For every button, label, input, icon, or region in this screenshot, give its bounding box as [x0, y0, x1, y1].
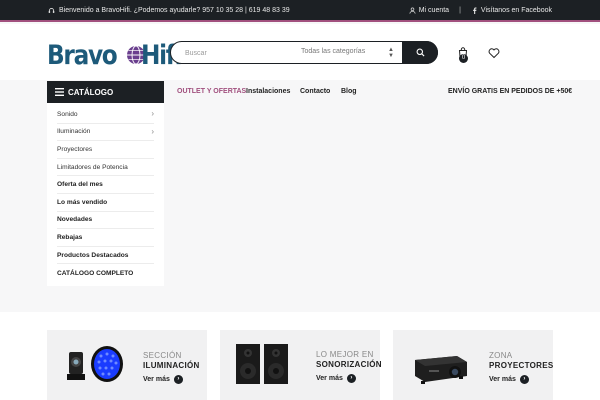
header: Bravo Hifi Todas las categorías ▲▼ 0	[0, 24, 600, 80]
catalog-item-rebajas[interactable]: Rebajas	[57, 229, 154, 247]
logo-text-left: Bravo	[47, 39, 118, 71]
catalog-item-label: Iluminación	[57, 128, 91, 136]
nav-contacto[interactable]: Contacto	[300, 88, 330, 95]
catalog-item-oferta[interactable]: Oferta del mes	[57, 176, 154, 194]
promo-see-more[interactable]: Ver más ›	[143, 375, 183, 384]
my-account-link[interactable]: Mi cuenta	[409, 7, 449, 14]
site-logo[interactable]: Bravo Hifi	[47, 39, 188, 71]
catalog-item-label: Productos Destacados	[57, 251, 129, 259]
promo-card-sonorizacion[interactable]: LO MEJOR EN SONORIZACIÓN Ver más ›	[220, 330, 382, 400]
promo-line2: ILUMINACIÓN	[143, 361, 200, 370]
cart-count-badge: 0	[459, 54, 468, 63]
promo-card-iluminacion[interactable]: SECCIÓN ILUMINACIÓN Ver más ›	[47, 330, 207, 400]
catalog-item-label: Novedades	[57, 216, 93, 224]
catalog-item-label: Rebajas	[57, 233, 83, 241]
catalog-item-mas-vendido[interactable]: Lo más vendido	[57, 194, 154, 212]
catalog-item-label: Proyectores	[57, 145, 93, 153]
promo-line1: LO MEJOR EN	[316, 350, 374, 359]
promo-card-proyectores[interactable]: ZONA PROYECTORES Ver más ›	[393, 330, 553, 400]
speakers-image	[236, 344, 288, 384]
category-select[interactable]: Todas las categorías	[301, 48, 365, 55]
catalog-menu: Sonido › Iluminación › Proyectores Limitad…	[47, 103, 164, 286]
see-more-label: Ver más	[489, 376, 516, 383]
headset-icon	[48, 7, 55, 13]
see-more-label: Ver más	[316, 375, 343, 382]
catalog-item-proyectores[interactable]: Proyectores	[57, 141, 154, 159]
nav-instalaciones[interactable]: Instalaciones	[246, 88, 290, 95]
promo-see-more[interactable]: Ver más ›	[489, 375, 529, 384]
catalog-item-label: Limitadores de Potencia	[57, 163, 128, 171]
catalog-item-novedades[interactable]: Novedades	[57, 212, 154, 230]
menu-icon	[55, 88, 64, 96]
welcome-message: Bienvenido a BravoHifi. ¿Podemos ayudarl…	[48, 7, 290, 14]
search-input[interactable]	[185, 46, 285, 60]
facebook-icon	[473, 7, 477, 14]
catalog-item-label: Sonido	[57, 110, 78, 118]
topbar-separator: |	[459, 7, 461, 14]
catalog-item-iluminacion[interactable]: Iluminación ›	[57, 124, 154, 142]
catalog-header[interactable]: CATÁLOGO	[47, 81, 164, 103]
catalog-title: CATÁLOGO	[68, 87, 114, 97]
top-bar: Bienvenido a BravoHifi. ¿Podemos ayudarl…	[0, 0, 600, 22]
chevron-right-icon: ›	[151, 126, 154, 136]
catalog-item-label: Oferta del mes	[57, 181, 103, 189]
catalog-item-destacados[interactable]: Productos Destacados	[57, 247, 154, 265]
catalog-item-sonido[interactable]: Sonido ›	[57, 106, 154, 124]
arrow-right-icon: ›	[346, 374, 356, 383]
welcome-text: Bienvenido a BravoHifi. ¿Podemos ayudarl…	[59, 7, 290, 14]
promo-line2: SONORIZACIÓN	[316, 360, 382, 369]
cart-button[interactable]: 0	[456, 47, 470, 63]
facebook-link[interactable]: Visítanos en Facebook	[471, 7, 552, 14]
chevron-right-icon: ›	[151, 109, 154, 118]
select-caret-icon: ▲ ▼	[388, 47, 394, 59]
catalog-item-label: CATÁLOGO COMPLETO	[57, 269, 134, 277]
free-shipping-banner: ENVÍO GRATIS EN PEDIDOS DE +50€	[448, 88, 573, 95]
arrow-right-icon: ›	[519, 375, 529, 384]
nav-blog[interactable]: Blog	[341, 88, 357, 95]
promo-line1: ZONA	[489, 351, 513, 360]
catalog-item-completo[interactable]: CATÁLOGO COMPLETO	[57, 264, 154, 282]
see-more-label: Ver más	[143, 376, 170, 383]
promo-see-more[interactable]: Ver más ›	[316, 374, 356, 383]
my-account-label: Mi cuenta	[418, 7, 450, 14]
nav-outlet[interactable]: OUTLET Y OFERTAS	[177, 88, 246, 95]
promo-line2: PROYECTORES	[489, 361, 554, 370]
arrow-right-icon: ›	[173, 375, 183, 384]
promo-line1: SECCIÓN	[143, 351, 182, 360]
search-icon	[416, 48, 425, 57]
stage-light-image	[67, 346, 123, 382]
catalog-item-limitadores[interactable]: Limitadores de Potencia	[57, 159, 154, 177]
projector-image	[415, 356, 467, 384]
heart-icon[interactable]	[488, 47, 500, 59]
search-button[interactable]	[402, 41, 438, 64]
user-icon	[409, 7, 416, 14]
search-bar: Todas las categorías ▲▼	[170, 41, 438, 64]
catalog-item-label: Lo más vendido	[57, 198, 108, 206]
facebook-label: Visítanos en Facebook	[480, 7, 552, 14]
